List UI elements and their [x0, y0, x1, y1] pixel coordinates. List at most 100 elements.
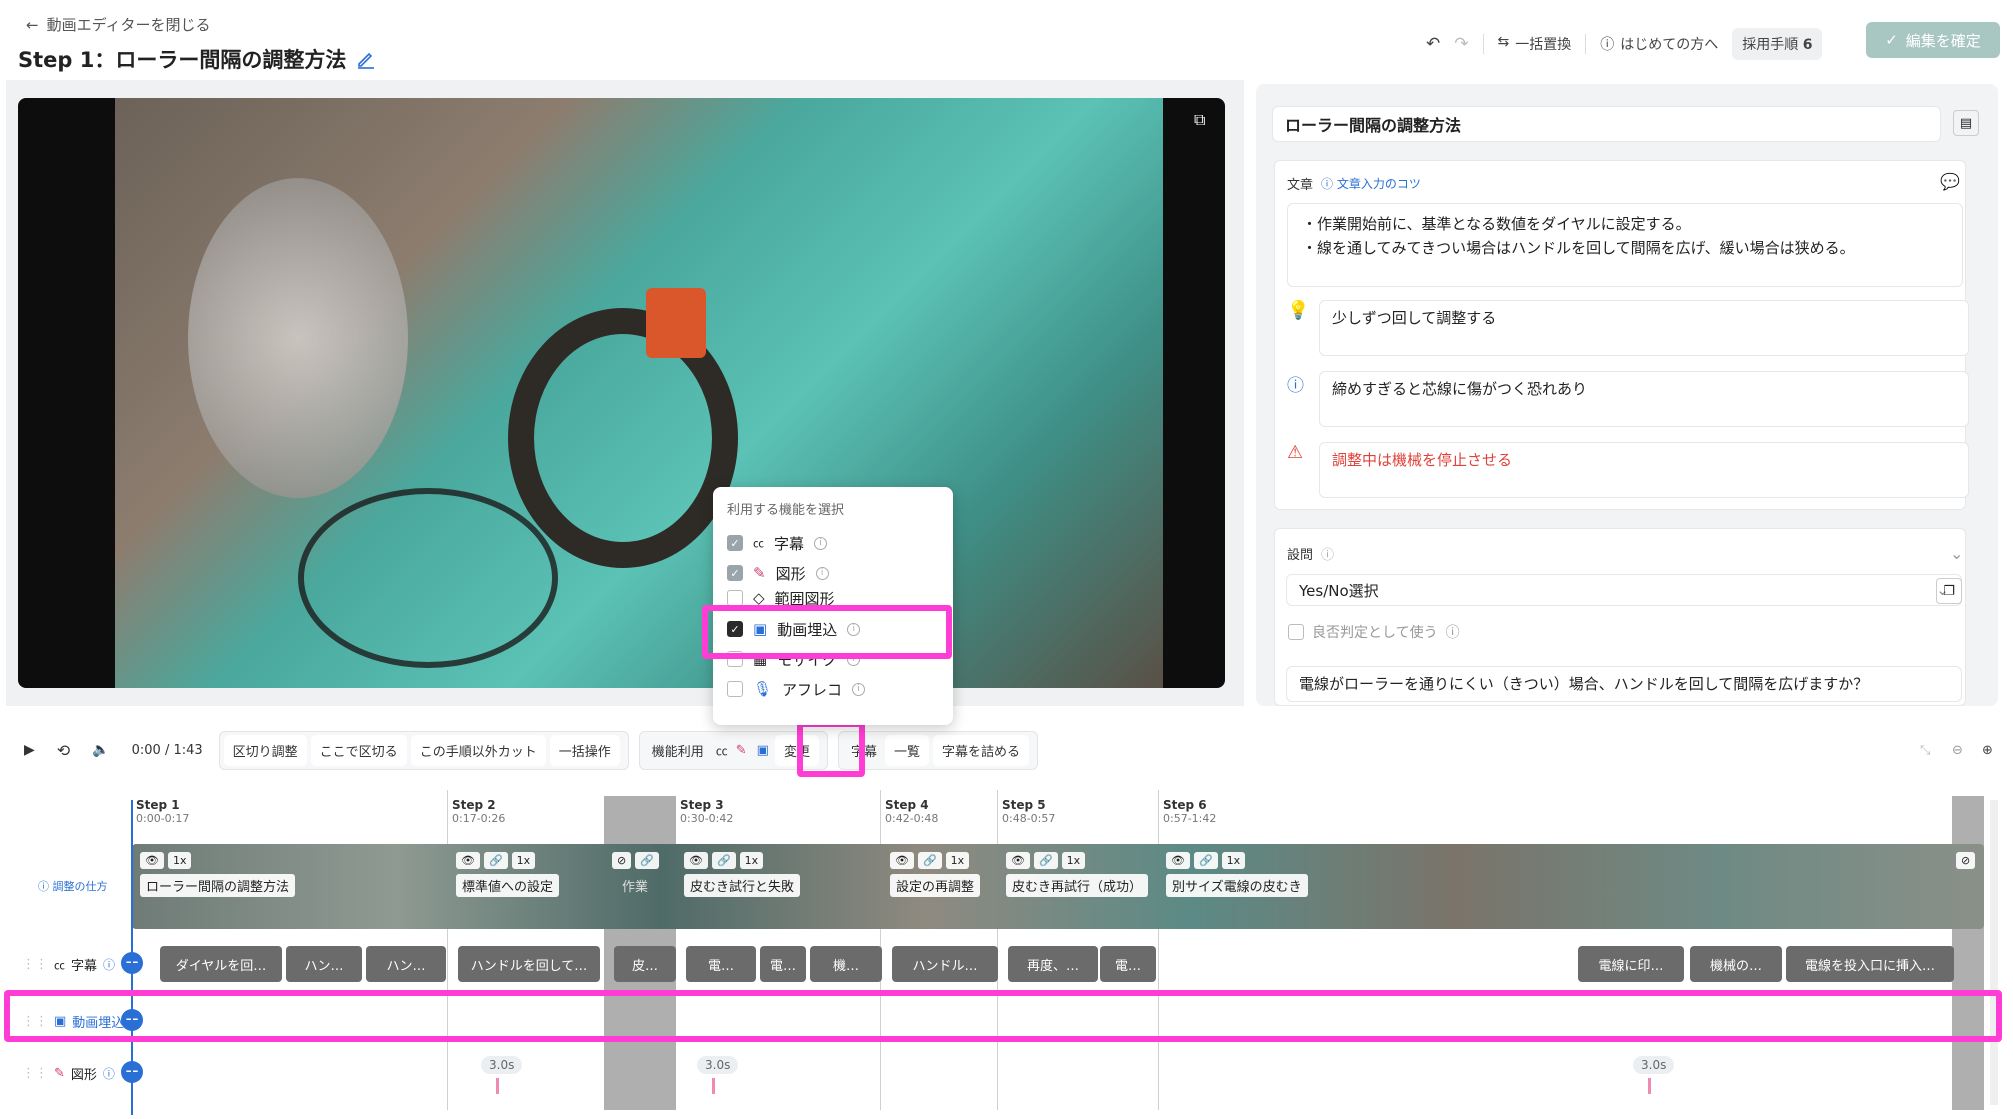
feature-option-subtitle[interactable]: ✓ ㏄ 字幕 i — [727, 528, 939, 558]
subtitle-clip[interactable]: ハン… — [286, 946, 362, 982]
subtitle-clip[interactable]: 電… — [760, 946, 806, 982]
thumbnail-strip[interactable]: 👁 1x ローラー間隔の調整方法 👁 🔗 1x 標準値への設定 ⊘ 🔗 作業 👁 🔗 1x … — [132, 844, 1984, 929]
subtitle-clip[interactable]: 電線に印… — [1578, 946, 1684, 982]
subtitle-clip[interactable]: ハン… — [366, 946, 446, 982]
shape-marker[interactable] — [496, 1078, 499, 1094]
eye-icon[interactable]: 👁 — [456, 852, 480, 869]
step-header-3[interactable]: Step 3 0:30-0:42 — [680, 798, 733, 825]
play-icon[interactable]: ▶ — [24, 742, 35, 758]
speed-badge[interactable]: 1x — [1221, 852, 1246, 869]
split-adjust-button[interactable]: 区切り調整 — [223, 734, 307, 766]
subtitle-checkbox[interactable]: ✓ — [727, 535, 743, 551]
undo-icon[interactable]: ↶ — [1426, 34, 1440, 54]
pass-fail-option[interactable]: 良否判定として使う ⓘ — [1288, 622, 1460, 642]
cut-others-button[interactable]: この手順以外カット — [410, 734, 546, 766]
subtitle-list-button[interactable]: 一覧 — [884, 734, 929, 766]
eye-off-icon[interactable]: ⊘ — [1956, 852, 1976, 869]
feature-option-label: アフレコ — [782, 680, 843, 699]
eye-icon[interactable]: 👁 — [684, 852, 708, 869]
shape-duration-badge[interactable]: 3.0s — [1633, 1056, 1675, 1074]
pack-subtitles-button[interactable]: 字幕を詰める — [933, 734, 1030, 766]
step-header-5[interactable]: Step 5 0:48-0:57 — [1002, 798, 1055, 825]
link-icon[interactable]: 🔗 — [1193, 852, 1218, 869]
speed-badge[interactable]: 1x — [1061, 852, 1086, 869]
shape-checkbox[interactable]: ✓ — [727, 565, 743, 581]
eye-icon[interactable]: 👁 — [140, 852, 164, 869]
first-time-button[interactable]: ⓘ はじめての方へ — [1600, 34, 1718, 54]
speed-badge[interactable]: 1x — [511, 852, 536, 869]
cut-caption: 作業 — [622, 880, 649, 895]
subtitle-clip[interactable]: 皮… — [614, 946, 676, 982]
feature-option-shape[interactable]: ✓ ✎ 図形 i — [727, 558, 939, 588]
help-icon[interactable]: ⓘ — [103, 1065, 115, 1082]
bulk-replace-button[interactable]: ⇆ 一括置換 — [1498, 34, 1572, 54]
subtitle-clip[interactable]: ダイヤルを回… — [160, 946, 282, 982]
timeline-scrollbar[interactable] — [1990, 800, 1998, 1105]
confirm-edit-button[interactable]: ✓ 編集を確定 — [1866, 22, 2000, 58]
subtitle-clip[interactable]: 電… — [1100, 946, 1156, 982]
drag-handle-icon[interactable]: ⋮⋮ — [22, 957, 48, 972]
bulk-ops-button[interactable]: 一括操作 — [549, 734, 620, 766]
step-header-4[interactable]: Step 4 0:42-0:48 — [885, 798, 938, 825]
video-player[interactable]: ⧉ — [18, 98, 1225, 688]
hint-field[interactable]: 少しずつ回して調整する — [1319, 300, 1969, 356]
info-icon: ⓘ — [1287, 376, 1304, 396]
speed-badge[interactable]: 1x — [945, 852, 970, 869]
text-body-field[interactable]: ・作業開始前に、基準となる数値をダイヤルに設定する。 ・線を通してみてきつい場合… — [1287, 203, 1963, 287]
subtitle-clip[interactable]: 電線を投入口に挿入… — [1786, 946, 1954, 982]
shape-marker[interactable] — [1648, 1078, 1651, 1094]
step-header-2[interactable]: Step 2 0:17-0:26 — [452, 798, 505, 825]
subtitle-clip[interactable]: ハンドル… — [892, 946, 998, 982]
shape-duration-badge[interactable]: 3.0s — [481, 1056, 523, 1074]
link-icon[interactable]: 🔗 — [635, 852, 659, 869]
help-icon[interactable]: ⓘ — [103, 956, 115, 973]
loop-icon[interactable]: ⟲ — [57, 741, 70, 760]
eye-off-icon[interactable]: ⊘ — [612, 852, 632, 869]
link-icon[interactable]: 🔗 — [483, 852, 508, 869]
fullscreen-icon[interactable]: ⧉ — [1194, 110, 1205, 130]
shape-marker[interactable] — [712, 1078, 715, 1094]
voiceover-checkbox[interactable] — [727, 681, 743, 697]
link-icon[interactable]: 🔗 — [711, 852, 736, 869]
eye-icon[interactable]: 👁 — [890, 852, 914, 869]
link-icon[interactable]: 🔗 — [1033, 852, 1058, 869]
speed-badge[interactable]: 1x — [167, 852, 192, 869]
warning-field[interactable]: 調整中は機械を停止させる — [1319, 442, 1969, 498]
text-tips-link[interactable]: ⓘ 文章入力のコツ — [1321, 175, 1421, 192]
shape-duration-badge[interactable]: 3.0s — [697, 1056, 739, 1074]
subtitle-clip[interactable]: 機械の… — [1690, 946, 1782, 982]
subtitle-clip[interactable]: 機… — [810, 946, 882, 982]
zoom-in-icon[interactable]: ⊕ — [1982, 743, 1993, 758]
copy-icon[interactable]: ❐ — [1936, 578, 1962, 604]
pass-fail-checkbox[interactable] — [1288, 624, 1304, 640]
eye-icon[interactable]: 👁 — [1166, 852, 1190, 869]
edit-pencil-icon[interactable] — [356, 49, 376, 69]
step-header-1[interactable]: Step 1 0:00-0:17 — [136, 798, 189, 825]
subtitle-clip[interactable]: 電… — [686, 946, 756, 982]
fit-icon[interactable]: ⤡ — [1920, 743, 1930, 758]
split-here-button[interactable]: ここで区切る — [310, 734, 407, 766]
question-text-field[interactable]: 電線がローラーを通りにくい（きつい）場合、ハンドルを回して間隔を広げますか？ — [1286, 666, 1962, 702]
feature-option-voiceover[interactable]: 🎙 アフレコ i — [727, 674, 939, 704]
redo-icon[interactable]: ↷ — [1454, 34, 1468, 54]
page-title: Step 1：ローラー間隔の調整方法 — [18, 44, 376, 74]
volume-icon[interactable]: 🔈 — [92, 742, 109, 758]
subtitle-clip[interactable]: ハンドルを回して… — [458, 946, 600, 982]
link-icon[interactable]: 🔗 — [917, 852, 942, 869]
step-header-6[interactable]: Step 6 0:57-1:42 — [1163, 798, 1216, 825]
drag-handle-icon[interactable]: ⋮⋮ — [22, 1066, 48, 1081]
zoom-out-icon[interactable]: ⊖ — [1952, 743, 1963, 758]
how-to-link[interactable]: ⓘ 調整の仕方 — [38, 878, 108, 894]
collapse-chevron-icon[interactable]: ⌄ — [1950, 544, 1963, 563]
step-title-field[interactable]: ローラー間隔の調整方法 — [1272, 106, 1941, 142]
question-type-select[interactable]: Yes/No選択 ⌄ — [1286, 574, 1962, 606]
playhead[interactable] — [131, 800, 133, 1115]
subtitle-clip[interactable]: 再度、… — [1008, 946, 1098, 982]
eye-icon[interactable]: 👁 — [1006, 852, 1030, 869]
info-field[interactable]: 締めすぎると芯線に傷がつく恐れあり — [1319, 371, 1969, 427]
area-shape-checkbox[interactable] — [727, 590, 743, 606]
close-editor-link[interactable]: ← 動画エディターを閉じる — [26, 14, 211, 35]
speed-badge[interactable]: 1x — [739, 852, 764, 869]
template-icon[interactable]: ▤ — [1953, 110, 1979, 136]
chat-bubble-icon[interactable]: 💬 — [1940, 172, 1960, 191]
